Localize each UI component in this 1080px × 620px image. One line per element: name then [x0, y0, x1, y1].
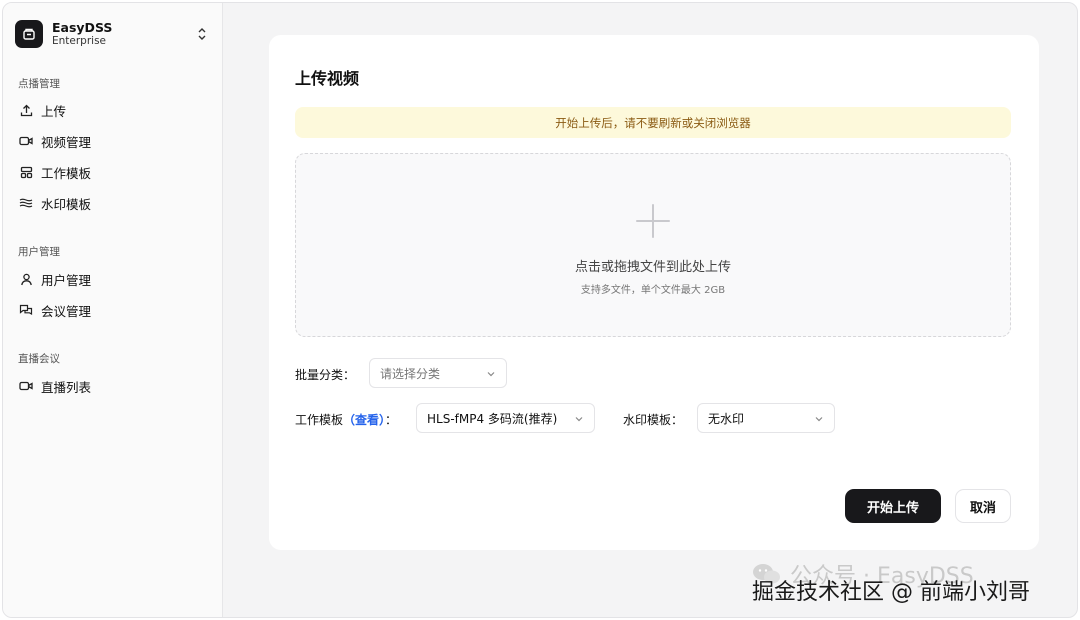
view-template-link[interactable]: （查看） — [343, 413, 385, 427]
brand-switcher[interactable]: EasyDSS Enterprise — [15, 17, 215, 51]
juejin-watermark: 掘金技术社区 @ 前端小刘哥 — [752, 580, 1030, 605]
waves-icon — [19, 196, 33, 210]
cancel-button[interactable]: 取消 — [955, 489, 1011, 523]
sidebar-item-label: 上传 — [41, 103, 67, 119]
app-window: EasyDSS Enterprise 点播管理 上传 视频管理 工作模板 水印模… — [2, 2, 1078, 618]
chevron-down-icon — [486, 368, 496, 378]
chevron-down-icon — [574, 413, 584, 423]
sidebar-item-watermark-template[interactable]: 水印模板 — [11, 190, 215, 216]
box-icon — [15, 20, 43, 48]
sidebar-item-meeting-management[interactable]: 会议管理 — [11, 297, 215, 323]
sidebar-item-user-management[interactable]: 用户管理 — [11, 266, 215, 292]
page-title: 上传视频 — [295, 69, 360, 88]
sidebar-item-label: 用户管理 — [41, 272, 92, 288]
nav-group-label: 点播管理 — [18, 78, 60, 90]
sidebar-item-upload[interactable]: 上传 — [11, 97, 215, 123]
chat-bubbles-icon — [19, 303, 33, 317]
category-label: 批量分类： — [295, 368, 356, 382]
sidebar: EasyDSS Enterprise 点播管理 上传 视频管理 工作模板 水印模… — [3, 3, 223, 617]
upload-card: 上传视频 开始上传后，请不要刷新或关闭浏览器 点击或拖拽文件到此处上传 支持多文… — [269, 35, 1039, 550]
sidebar-item-label: 视频管理 — [41, 134, 92, 150]
dropzone-secondary-text: 支持多文件，单个文件最大 2GB — [580, 285, 726, 296]
sidebar-item-live-list[interactable]: 直播列表 — [11, 373, 215, 399]
sidebar-item-video-management[interactable]: 视频管理 — [11, 128, 215, 154]
nav-group-label: 用户管理 — [18, 246, 60, 258]
category-placeholder: 请选择分类 — [380, 366, 441, 381]
file-dropzone[interactable]: 点击或拖拽文件到此处上传 支持多文件，单个文件最大 2GB — [295, 153, 1011, 337]
layout-template-icon — [19, 165, 33, 179]
work-template-value: HLS-fMP4 多码流(推荐) — [427, 411, 558, 426]
nav-group-label: 直播会议 — [18, 353, 60, 365]
work-template-colon: ： — [385, 413, 398, 427]
watermark-template-label: 水印模板： — [623, 413, 684, 427]
start-upload-button[interactable]: 开始上传 — [845, 489, 941, 523]
plus-icon — [636, 204, 670, 238]
upload-warning-banner: 开始上传后，请不要刷新或关闭浏览器 — [295, 107, 1011, 138]
user-icon — [19, 272, 33, 286]
upload-warning-text: 开始上传后，请不要刷新或关闭浏览器 — [555, 115, 751, 130]
chevron-down-icon — [814, 413, 824, 423]
sidebar-item-work-template[interactable]: 工作模板 — [11, 159, 215, 185]
sidebar-item-label: 会议管理 — [41, 303, 92, 319]
category-select[interactable]: 请选择分类 — [369, 358, 507, 388]
dropzone-primary-text: 点击或拖拽文件到此处上传 — [574, 260, 731, 275]
sidebar-item-label: 工作模板 — [41, 165, 92, 181]
brand-name: EasyDSS — [52, 19, 113, 35]
work-template-label-text: 工作模板 — [295, 413, 344, 427]
upload-icon — [19, 103, 33, 117]
watermark-template-value: 无水印 — [708, 411, 745, 426]
sidebar-item-label: 直播列表 — [41, 379, 92, 395]
work-template-label: 工作模板（查看）： — [295, 411, 397, 428]
work-template-select[interactable]: HLS-fMP4 多码流(推荐) — [416, 403, 595, 433]
chevron-up-down-icon[interactable] — [195, 26, 209, 42]
brand-edition: Enterprise — [52, 35, 107, 48]
sidebar-item-label: 水印模板 — [41, 196, 92, 212]
video-camera-icon — [19, 379, 33, 393]
watermark-template-select[interactable]: 无水印 — [697, 403, 835, 433]
video-camera-icon — [19, 134, 33, 148]
